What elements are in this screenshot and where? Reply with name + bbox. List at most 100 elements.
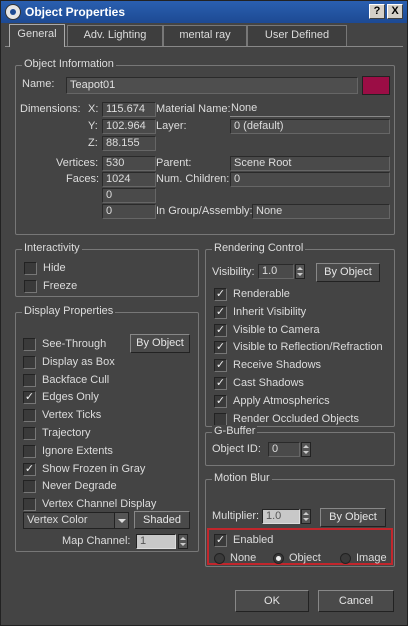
checkbox-box[interactable] bbox=[23, 427, 36, 440]
checkbox-box[interactable] bbox=[23, 355, 36, 369]
help-button[interactable]: ? bbox=[369, 4, 385, 19]
object-radio-label: Object bbox=[289, 552, 321, 564]
name-input[interactable]: Teapot01 bbox=[66, 77, 358, 94]
image-radio-label: Image bbox=[356, 552, 387, 564]
checkbox-box[interactable] bbox=[23, 338, 36, 351]
x-label: X: bbox=[88, 103, 99, 115]
checkbox-label: See-Through bbox=[42, 338, 107, 350]
image-radio-dot[interactable] bbox=[340, 553, 351, 564]
parent-value: Scene Root bbox=[230, 156, 390, 171]
num-children-label: Num. Children: bbox=[156, 173, 230, 185]
extra-count-1: 0 bbox=[102, 188, 156, 203]
checkbox-box[interactable]: ✓ bbox=[214, 377, 227, 390]
visibility-input[interactable]: 1.0 bbox=[258, 264, 294, 279]
object-color-swatch[interactable] bbox=[362, 76, 390, 95]
ok-button[interactable]: OK bbox=[235, 590, 309, 612]
in-group-assembly-value: None bbox=[252, 204, 390, 219]
display-properties-group: Display Properties By Object See-Through… bbox=[15, 305, 199, 552]
app-logo-icon bbox=[5, 4, 21, 20]
object-information-group: Object Information Name: Teapot01 Dimens… bbox=[15, 58, 395, 235]
title-bar[interactable]: Object Properties ? X bbox=[1, 1, 407, 23]
checkbox-box[interactable] bbox=[23, 444, 36, 458]
checkbox-label: Cast Shadows bbox=[233, 377, 304, 389]
material-name-value: None bbox=[230, 102, 390, 117]
tab-mental-ray[interactable]: mental ray bbox=[163, 25, 247, 46]
general-tab-panel: Object Information Name: Teapot01 Dimens… bbox=[5, 46, 403, 576]
object-id-spinner[interactable] bbox=[301, 442, 311, 457]
window-title: Object Properties bbox=[25, 5, 126, 19]
checkbox-label: Renderable bbox=[233, 288, 290, 300]
checkbox-box[interactable]: ✓ bbox=[214, 323, 227, 337]
checkbox-box[interactable]: ✓ bbox=[214, 394, 227, 408]
motion-blur-enabled-box[interactable]: ✓ bbox=[214, 534, 227, 547]
faces-label: Faces: bbox=[66, 173, 100, 185]
checkbox-box[interactable] bbox=[23, 480, 36, 494]
checkbox-label: Show Frozen in Gray bbox=[42, 462, 146, 475]
layer-label: Layer: bbox=[156, 120, 187, 132]
visibility-spinner[interactable] bbox=[295, 264, 305, 279]
checkbox-label: Backface Cull bbox=[42, 373, 110, 386]
checkbox-box[interactable] bbox=[23, 409, 36, 423]
vertex-color-dropdown[interactable]: Vertex Color bbox=[23, 512, 129, 529]
object-radio-dot[interactable] bbox=[273, 553, 284, 564]
object-id-input[interactable]: 0 bbox=[268, 442, 300, 457]
tab-strip: General Adv. Lighting mental ray User De… bbox=[1, 24, 407, 47]
checkbox-box[interactable]: ✓ bbox=[23, 391, 36, 405]
name-label: Name: bbox=[22, 78, 55, 90]
map-channel-spinner[interactable] bbox=[178, 534, 188, 549]
num-children-value: 0 bbox=[230, 172, 390, 187]
checkbox-label: Ignore Extents bbox=[42, 444, 113, 457]
hide-checkbox-label: Hide bbox=[43, 262, 66, 274]
object-properties-dialog: Object Properties ? X General Adv. Light… bbox=[0, 0, 408, 626]
checkbox-label: Vertex Channel Display bbox=[42, 498, 157, 511]
display-properties-title: Display Properties bbox=[22, 305, 116, 317]
motion-blur-title: Motion Blur bbox=[212, 472, 272, 484]
checkbox-box[interactable]: ✓ bbox=[214, 288, 227, 301]
checkbox-box[interactable]: ✓ bbox=[23, 462, 36, 476]
y-label: Y: bbox=[88, 120, 98, 132]
faces-value: 1024 bbox=[102, 172, 156, 187]
checkbox-label: Apply Atmospherics bbox=[233, 394, 330, 407]
chevron-down-icon[interactable] bbox=[114, 513, 128, 528]
dimension-z-value: 88.155 bbox=[102, 136, 156, 151]
in-group-assembly-label: In Group/Assembly: bbox=[156, 205, 253, 217]
cancel-button[interactable]: Cancel bbox=[318, 590, 394, 612]
freeze-checkbox-box[interactable] bbox=[24, 280, 37, 293]
g-buffer-title: G-Buffer bbox=[212, 425, 258, 437]
map-channel-input[interactable]: 1 bbox=[136, 534, 176, 549]
checkbox-label: Render Occluded Objects bbox=[233, 412, 359, 425]
checkbox-box[interactable] bbox=[23, 498, 36, 512]
checkbox-label: Inherit Visibility bbox=[233, 305, 307, 318]
tab-adv-lighting[interactable]: Adv. Lighting bbox=[67, 25, 163, 46]
vertices-value: 530 bbox=[102, 156, 156, 171]
checkbox-label: Receive Shadows bbox=[233, 359, 322, 372]
hide-checkbox-box[interactable] bbox=[24, 262, 37, 275]
interactivity-title: Interactivity bbox=[22, 242, 82, 254]
checkbox-box[interactable] bbox=[23, 373, 36, 387]
checkbox-box[interactable]: ✓ bbox=[214, 359, 227, 373]
vertex-color-value: Vertex Color bbox=[27, 514, 88, 526]
checkbox-label: Visible to Camera bbox=[233, 323, 320, 336]
checkbox-label: Visible to Reflection/Refraction bbox=[233, 341, 383, 354]
multiplier-input[interactable]: 1.0 bbox=[262, 509, 300, 524]
checkbox-box[interactable]: ✓ bbox=[214, 305, 227, 319]
checkbox-box[interactable] bbox=[214, 412, 227, 426]
multiplier-label: Multiplier: bbox=[212, 510, 260, 522]
shaded-button[interactable]: Shaded bbox=[134, 511, 190, 529]
z-label: Z: bbox=[88, 137, 98, 149]
map-channel-label: Map Channel: bbox=[62, 535, 131, 547]
dimension-x-value: 115.674 bbox=[102, 102, 156, 117]
motion-blur-by-object-button[interactable]: By Object bbox=[320, 508, 386, 527]
tab-user-defined[interactable]: User Defined bbox=[247, 25, 347, 46]
tab-general[interactable]: General bbox=[9, 24, 65, 47]
multiplier-spinner[interactable] bbox=[301, 509, 311, 524]
display-by-object-button[interactable]: By Object bbox=[130, 334, 190, 353]
checkbox-box[interactable]: ✓ bbox=[214, 341, 227, 355]
dimensions-label: Dimensions: bbox=[20, 103, 81, 115]
rendering-by-object-button[interactable]: By Object bbox=[316, 263, 380, 282]
none-radio-dot[interactable] bbox=[214, 553, 225, 564]
dimension-y-value: 102.964 bbox=[102, 119, 156, 134]
motion-blur-enabled-label: Enabled bbox=[233, 534, 274, 546]
motion-blur-group: Motion Blur Multiplier: 1.0 By Object ✓ … bbox=[205, 472, 395, 567]
close-button[interactable]: X bbox=[387, 4, 403, 19]
